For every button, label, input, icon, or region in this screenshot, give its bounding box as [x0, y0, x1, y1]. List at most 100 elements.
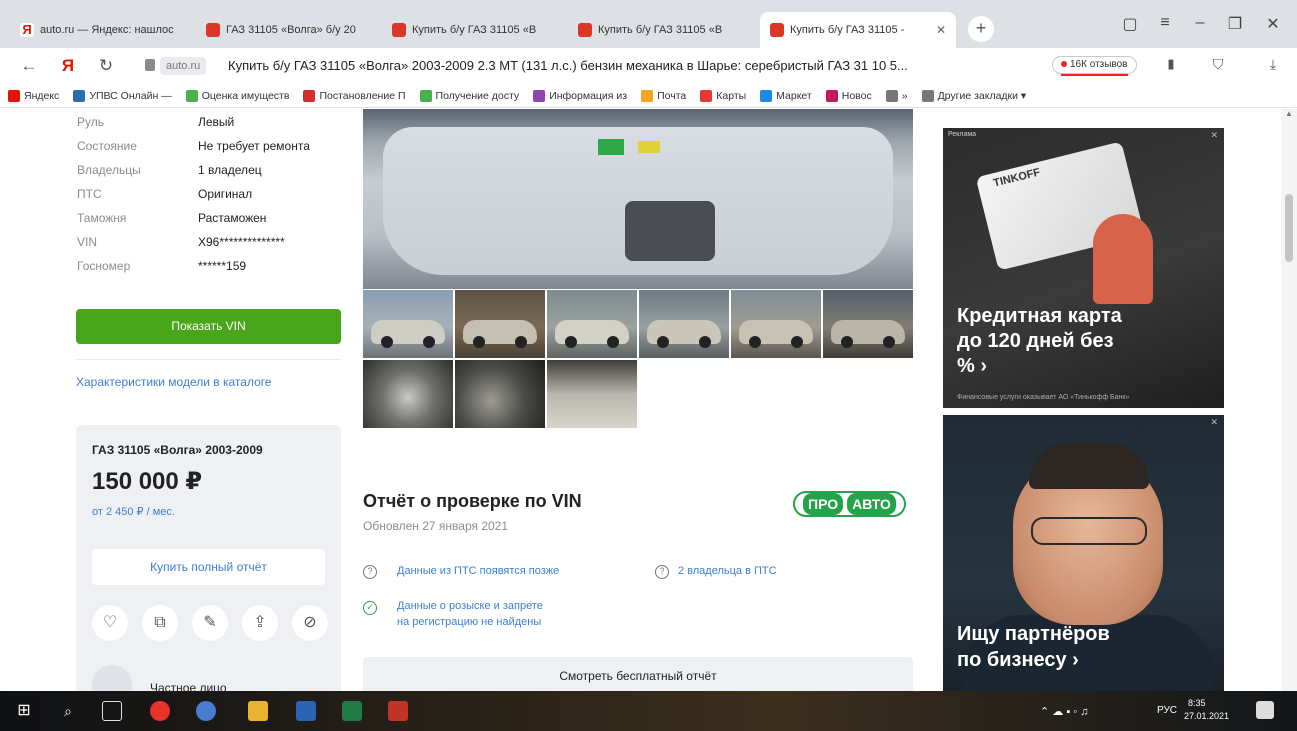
clock-time[interactable]: 8:35 [1188, 698, 1206, 708]
bookmarks-bar: Яндекс УПВС Онлайн — Оценка имуществ Поста… [0, 84, 1297, 108]
catalog-link[interactable]: Характеристики модели в каталоге [76, 375, 272, 389]
share-icon[interactable]: ⇪ [242, 605, 278, 641]
gallery-main-photo[interactable] [363, 109, 913, 289]
clock-date[interactable]: 27.01.2021 [1184, 711, 1229, 721]
tab-label: Купить б/у ГАЗ 31105 «В [598, 24, 723, 36]
credit-link[interactable]: от 2 450 ₽ / мес. [92, 505, 175, 518]
close-ad-icon[interactable]: ✕ [1210, 417, 1218, 428]
gallery-thumbnail[interactable] [455, 290, 545, 358]
gallery-thumbnail[interactable] [547, 290, 637, 358]
restore-icon[interactable]: ❐ [1220, 14, 1250, 34]
gallery-thumbnail[interactable] [639, 290, 729, 358]
bookmark-icon[interactable]: ▮ [1160, 56, 1182, 72]
bookmark-item[interactable]: Постановление П [303, 89, 406, 102]
file-explorer-icon[interactable] [248, 701, 268, 721]
bookmark-item[interactable]: УПВС Онлайн — [73, 89, 172, 102]
gallery-thumbnail[interactable] [547, 360, 637, 428]
domain-chip[interactable]: auto.ru [160, 57, 207, 75]
info-icon [533, 89, 546, 102]
browser-tab[interactable]: ГАЗ 31105 «Волга» б/у 20 [196, 12, 374, 48]
ad-disclaimer: Финансовые услуги оказывает АО «Тинькофф… [957, 394, 1130, 401]
menu-icon[interactable]: ≡ [1150, 14, 1180, 32]
bookmark-label: Информация из [549, 89, 628, 102]
folder-icon [921, 89, 934, 102]
news-icon [825, 89, 838, 102]
close-tab-icon[interactable]: ✕ [936, 23, 946, 37]
download-icon[interactable]: ⤓ [1262, 56, 1284, 73]
report-item[interactable]: Данные из ПТС появятся позже [397, 564, 559, 579]
close-window-icon[interactable]: ✕ [1258, 14, 1288, 34]
browser-tab-active[interactable]: Купить б/у ГАЗ 31105 - ✕ [760, 12, 956, 48]
gallery-thumbnail[interactable] [823, 290, 913, 358]
language-indicator[interactable]: РУС [1157, 705, 1177, 716]
back-arrow-icon[interactable]: ← [18, 56, 40, 76]
bookmark-item[interactable]: Новос [825, 89, 872, 102]
bookmark-item[interactable]: Информация из [533, 89, 628, 102]
word-icon[interactable] [296, 701, 316, 721]
report-updated: Обновлен 27 января 2021 [363, 519, 509, 533]
spec-value: Левый [198, 115, 235, 129]
tabs-icon[interactable]: ▢ [1115, 14, 1145, 34]
bookmark-item[interactable]: Почта [641, 89, 686, 102]
gallery-thumbnail[interactable] [455, 360, 545, 428]
bookmark-item[interactable]: Другие закладки ▾ [921, 89, 1026, 102]
tab-label: Купить б/у ГАЗ 31105 - [790, 24, 905, 36]
bookmark-item[interactable]: Оценка имуществ [185, 89, 289, 102]
report-item[interactable]: на регистрацию не найдены [397, 615, 541, 630]
browser-tab[interactable]: Я auto.ru — Яндекс: нашлос [10, 12, 188, 48]
autoru-icon [206, 23, 220, 37]
windows-start-icon[interactable]: ⊞ [14, 701, 34, 721]
browser-tab-strip: Я auto.ru — Яндекс: нашлос ГАЗ 31105 «Во… [0, 0, 1297, 48]
gallery-thumbnail[interactable] [363, 290, 453, 358]
close-ad-icon[interactable]: ✕ [1210, 130, 1218, 141]
free-report-button[interactable]: Смотреть бесплатный отчёт [363, 657, 913, 691]
heart-icon[interactable]: ♡ [92, 605, 128, 641]
note-icon[interactable]: ✎ [192, 605, 228, 641]
protect-icon[interactable]: ⛉ [1207, 56, 1229, 73]
pdf-icon[interactable] [388, 701, 408, 721]
report-item[interactable]: Данные о розыске и запрете [397, 599, 543, 614]
spec-label: VIN [77, 235, 98, 249]
notification-icon[interactable] [1256, 701, 1274, 719]
tray-icons[interactable]: ⌃ ☁ ▪ ◦ ♫ [1040, 705, 1089, 718]
person-hair [1029, 443, 1149, 489]
upvs-icon [73, 89, 86, 102]
new-tab-button[interactable]: + [968, 16, 994, 42]
reviews-badge[interactable]: 16К отзывов [1052, 56, 1137, 76]
ad-banner-business[interactable]: ✕ Ищу партнёров по бизнесу › [943, 415, 1224, 691]
buy-full-report-button[interactable]: Купить полный отчёт [92, 549, 325, 585]
gallery-thumbnail[interactable] [731, 290, 821, 358]
bookmark-item[interactable]: » [885, 89, 908, 102]
ad-banner-tinkoff[interactable]: Реклама ✕ TINKOFF Кредитная карта до 120… [943, 128, 1224, 408]
yandex-logo-icon[interactable]: Я [57, 56, 79, 76]
search-icon[interactable]: ⌕ [58, 701, 78, 721]
bookmark-item[interactable]: Яндекс [8, 89, 59, 102]
spec-value: X96************** [198, 235, 285, 249]
bookmark-item[interactable]: Получение досту [419, 89, 519, 102]
yandex-browser-icon[interactable] [150, 701, 170, 721]
report-item[interactable]: 2 владельца в ПТС [678, 564, 777, 579]
bookmark-label: Карты [716, 89, 747, 102]
divider [76, 359, 341, 360]
proauto-badge[interactable]: ПРО АВТО [793, 491, 906, 517]
browser-tab[interactable]: Купить б/у ГАЗ 31105 «В [568, 12, 746, 48]
spec-value: 1 владелец [198, 163, 262, 177]
excel-icon[interactable] [342, 701, 362, 721]
gallery-thumbnail[interactable] [363, 360, 453, 428]
bookmark-item[interactable]: Карты [700, 89, 747, 102]
bookmark-item[interactable]: Маркет [760, 89, 812, 102]
ad-headline-line: % › [957, 355, 987, 377]
show-vin-button[interactable]: Показать VIN [76, 309, 341, 344]
scroll-up-icon[interactable]: ▲ [1283, 109, 1295, 118]
url-page-title[interactable]: Купить б/у ГАЗ 31105 «Волга» 2003-2009 2… [228, 58, 908, 73]
block-icon[interactable]: ⊘ [292, 605, 328, 641]
app-icon[interactable] [196, 701, 216, 721]
browser-tab[interactable]: Купить б/у ГАЗ 31105 «В [382, 12, 560, 48]
minimize-icon[interactable]: – [1185, 14, 1215, 32]
seller-name: Частное лицо [150, 681, 227, 691]
task-view-icon[interactable] [102, 701, 122, 721]
price: 150 000 ₽ [92, 468, 203, 495]
scrollbar-thumb[interactable] [1285, 194, 1293, 262]
reload-icon[interactable]: ↻ [95, 56, 117, 76]
compare-icon[interactable]: ⧉ [142, 605, 178, 641]
